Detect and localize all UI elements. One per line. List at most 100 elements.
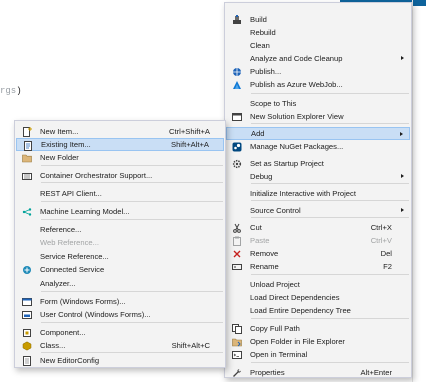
add-submenu-separator — [41, 291, 223, 292]
context-menu-item-paste: Paste Ctrl+V — [226, 234, 410, 247]
context-menu-separator — [251, 93, 409, 94]
context-menu-item-open-folder-in-file-explorer[interactable]: Open Folder in File Explorer — [226, 335, 410, 348]
context-menu-item-label: Publish... — [250, 67, 282, 76]
context-menu-item-properties[interactable]: Properties Alt+Enter — [226, 366, 410, 379]
add-submenu-item-new-folder[interactable]: New Folder — [16, 151, 224, 164]
context-menu-item-unload-project[interactable]: Unload Project — [226, 278, 410, 291]
context-menu-item-clean[interactable]: Clean — [226, 39, 410, 52]
gear-icon — [232, 159, 242, 168]
copy-icon — [232, 323, 242, 334]
class-icon — [22, 341, 32, 350]
add-submenu-item-form-windows-forms[interactable]: Form (Windows Forms)... — [16, 295, 224, 308]
code-fragment-paren: ) — [16, 86, 22, 96]
add-submenu-item-label: Component... — [40, 328, 86, 337]
component-icon — [22, 328, 32, 337]
new-item-icon — [22, 126, 32, 137]
context-menu-item-set-as-startup-project[interactable]: Set as Startup Project — [226, 157, 410, 170]
context-menu-item-shortcut: Ctrl+X — [370, 223, 392, 232]
context-menu-item-open-in-terminal[interactable]: Open in Terminal — [226, 348, 410, 361]
nuget-icon — [232, 142, 242, 151]
add-submenu-item-class[interactable]: Class... Shift+Alt+C — [16, 339, 224, 352]
add-submenu-item-web-reference: Web Reference... — [16, 236, 224, 249]
add-submenu-item-shortcut: Ctrl+Shift+A — [169, 127, 210, 136]
context-menu-item-label: Initialize Interactive with Project — [250, 189, 356, 198]
add-submenu-item-analyzer[interactable]: Analyzer... — [16, 277, 224, 290]
context-menu-separator — [251, 362, 409, 363]
context-menu-item-build[interactable]: Build — [226, 13, 410, 26]
context-menu-item-initialize-interactive-with-project[interactable]: Initialize Interactive with Project — [226, 187, 410, 200]
add-submenu-item-label: New Folder — [40, 153, 79, 162]
context-menu-item-rebuild[interactable]: Rebuild — [226, 26, 410, 39]
context-menu-item-label: Paste — [250, 236, 270, 245]
add-submenu-item-new-item[interactable]: New Item... Ctrl+Shift+A — [16, 125, 224, 138]
context-menu-separator — [251, 200, 409, 201]
add-submenu-item-label: Analyzer... — [40, 279, 76, 288]
context-menu-item-label: Unload Project — [250, 280, 300, 289]
context-menu-item-label: Publish as Azure WebJob... — [250, 80, 343, 89]
context-menu-item-load-direct-dependencies[interactable]: Load Direct Dependencies — [226, 291, 410, 304]
context-menu-item-label: Rebuild — [250, 28, 276, 37]
add-submenu: New Item... Ctrl+Shift+A Existing Item... S… — [14, 120, 226, 368]
context-menu-item-label: Manage NuGet Packages... — [250, 142, 344, 151]
context-menu-item-label: New Solution Explorer View — [250, 112, 344, 121]
container-icon — [22, 171, 32, 180]
chevron-right-icon — [400, 132, 403, 136]
context-menu-item-add[interactable]: Add — [226, 127, 410, 140]
context-menu-item-scope-to-this[interactable]: Scope to This — [226, 97, 410, 110]
add-submenu-item-user-control-windows-forms[interactable]: User Control (Windows Forms)... — [16, 308, 224, 321]
add-submenu-item-service-reference[interactable]: Service Reference... — [16, 250, 224, 263]
context-menu-separator — [251, 274, 409, 275]
context-menu-item-publish[interactable]: Publish... — [226, 65, 410, 78]
context-menu-item-load-entire-dependency-tree[interactable]: Load Entire Dependency Tree — [226, 304, 410, 317]
add-submenu-item-label: Connected Service — [40, 265, 105, 274]
context-menu-item-copy-full-path[interactable]: Copy Full Path — [226, 322, 410, 335]
context-menu-item-shortcut: Alt+Enter — [360, 368, 392, 377]
context-menu-item-label: Scope to This — [250, 99, 297, 108]
context-menu-item-remove[interactable]: Remove Del — [226, 247, 410, 260]
chevron-right-icon — [401, 208, 404, 212]
context-menu-item-shortcut: Del — [380, 249, 392, 258]
context-menu-item-label: Build — [250, 15, 267, 24]
context-menu-item-manage-nuget-packages[interactable]: Manage NuGet Packages... — [226, 140, 410, 153]
rename-icon — [232, 262, 242, 271]
context-menu-item-label: Load Direct Dependencies — [250, 293, 340, 302]
add-submenu-item-container-orchestrator-support[interactable]: Container Orchestrator Support... — [16, 169, 224, 182]
context-menu-item-debug[interactable]: Debug — [226, 170, 410, 183]
context-menu-item-label: Cut — [250, 223, 262, 232]
add-submenu-separator — [41, 182, 223, 183]
open-folder-icon — [232, 337, 242, 346]
scissors-icon — [232, 223, 242, 233]
add-submenu-item-label: User Control (Windows Forms)... — [40, 310, 151, 319]
chevron-right-icon — [401, 174, 404, 178]
user-control-icon — [22, 310, 32, 319]
context-menu-item-label: Debug — [250, 172, 273, 181]
context-menu-item-rename[interactable]: Rename F2 — [226, 260, 410, 273]
add-submenu-item-machine-learning-model[interactable]: Machine Learning Model... — [16, 205, 224, 218]
ml-model-icon — [22, 207, 32, 216]
add-submenu-item-label: New EditorConfig — [40, 356, 100, 365]
add-submenu-item-existing-item[interactable]: Existing Item... Shift+Alt+A — [16, 138, 224, 151]
editorconfig-icon — [22, 355, 32, 366]
add-submenu-item-label: Web Reference... — [40, 238, 99, 247]
add-submenu-item-reference[interactable]: Reference... — [16, 223, 224, 236]
add-submenu-item-rest-api-client[interactable]: REST API Client... — [16, 187, 224, 200]
add-submenu-item-component[interactable]: Component... — [16, 326, 224, 339]
context-menu-item-label: Properties — [250, 368, 285, 377]
existing-item-icon — [23, 140, 33, 151]
context-menu-item-source-control[interactable]: Source Control — [226, 204, 410, 217]
globe-icon — [232, 67, 242, 76]
context-menu-item-label: Source Control — [250, 206, 301, 215]
add-submenu-item-label: Form (Windows Forms)... — [40, 297, 126, 306]
context-menu-item-cut[interactable]: Cut Ctrl+X — [226, 221, 410, 234]
panel-divider — [412, 0, 413, 382]
add-submenu-item-new-editorconfig[interactable]: New EditorConfig — [16, 354, 224, 367]
context-menu-item-publish-as-azure-webjob[interactable]: Publish as Azure WebJob... — [226, 78, 410, 91]
paste-icon — [232, 236, 242, 246]
add-submenu-item-connected-service[interactable]: Connected Service — [16, 263, 224, 276]
context-menu-item-analyze-and-code-cleanup[interactable]: Analyze and Code Cleanup — [226, 52, 410, 65]
form-icon — [22, 297, 32, 306]
add-submenu-item-label: Container Orchestrator Support... — [40, 171, 153, 180]
window-icon — [232, 112, 242, 121]
add-submenu-item-shortcut: Shift+Alt+C — [171, 341, 210, 350]
context-menu-item-new-solution-explorer-view[interactable]: New Solution Explorer View — [226, 110, 410, 123]
